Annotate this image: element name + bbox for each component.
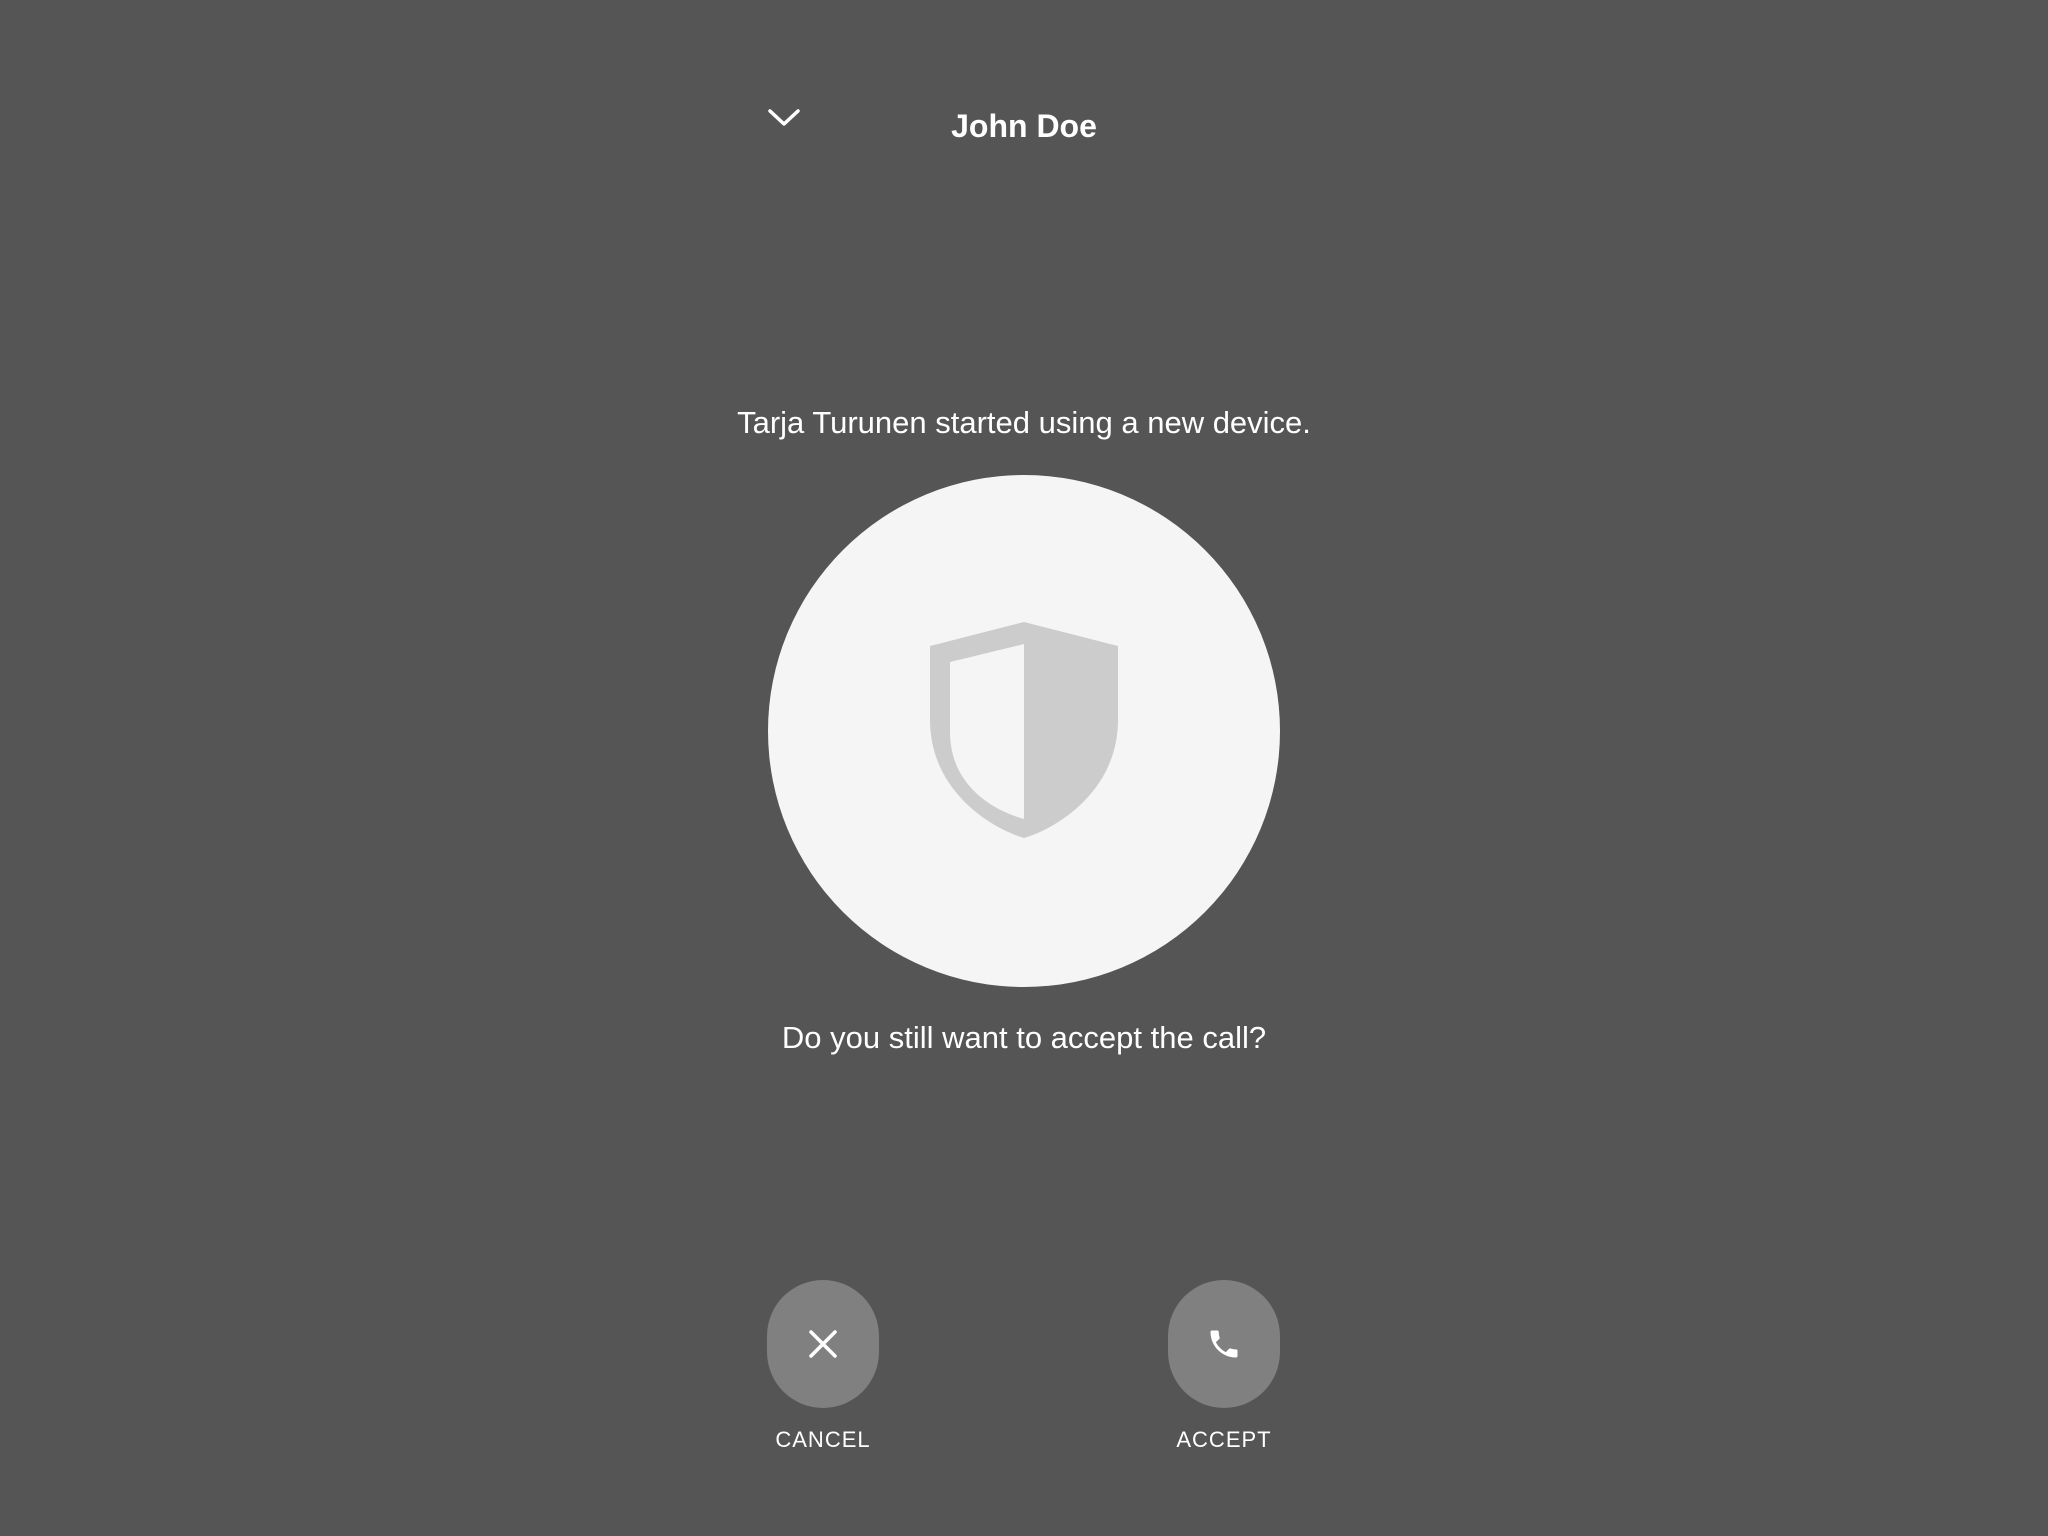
call-verification-screen: John Doe Tarja Turunen started using a n… (0, 0, 2048, 1536)
accept-label: ACCEPT (1176, 1427, 1272, 1452)
accept-button[interactable] (1168, 1280, 1280, 1408)
shield-badge (768, 475, 1280, 987)
shield-icon (930, 622, 1118, 838)
cancel-button[interactable] (767, 1280, 879, 1408)
accept-action: ACCEPT (1124, 1280, 1324, 1454)
cancel-action: CANCEL (723, 1280, 923, 1454)
accept-call-question: Do you still want to accept the call? (781, 1020, 1267, 1055)
close-icon (809, 1330, 837, 1358)
phone-icon (1210, 1330, 1238, 1358)
new-device-message: Tarja Turunen started using a new device… (737, 405, 1311, 440)
cancel-label: CANCEL (775, 1427, 871, 1452)
header: John Doe (0, 0, 2048, 190)
page-title: John Doe (951, 108, 1097, 144)
